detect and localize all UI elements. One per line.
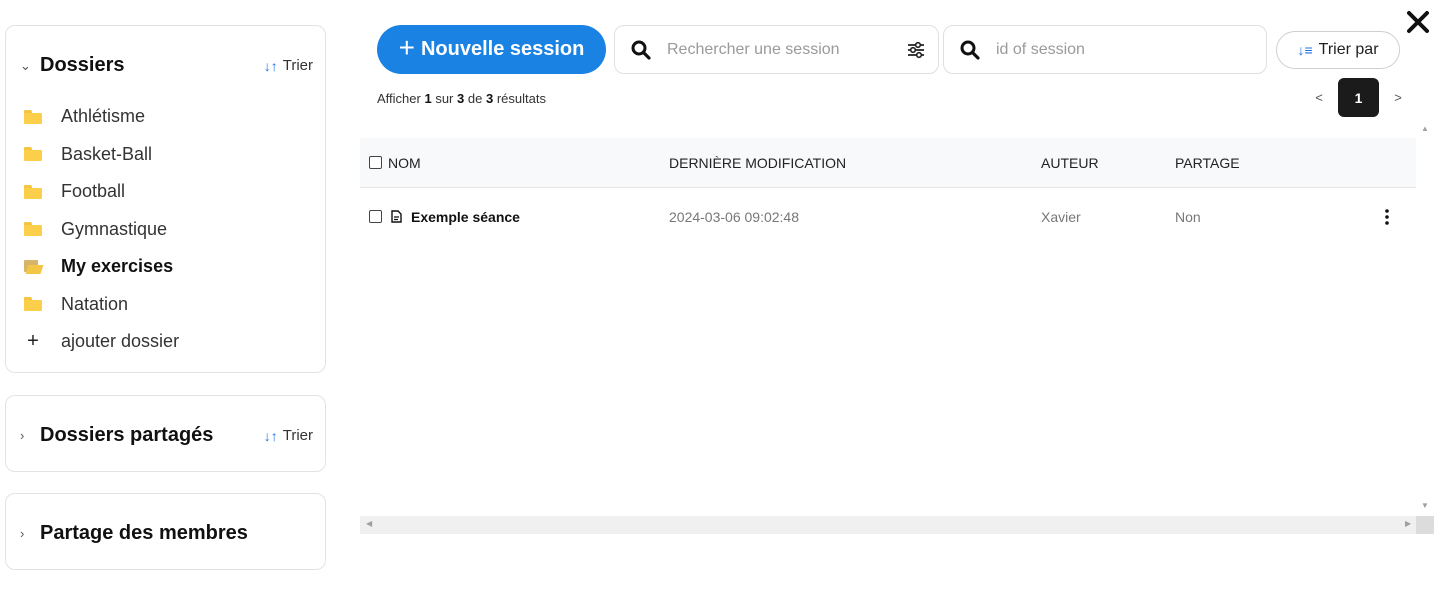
page-button-current[interactable]: 1	[1338, 78, 1379, 117]
folder-item-gymnastique[interactable]: Gymnastique	[24, 211, 315, 249]
shared-sort-label: Trier	[282, 427, 313, 444]
session-shared: Non	[1175, 208, 1201, 225]
scroll-down-arrow-icon[interactable]: ▼	[1421, 501, 1429, 510]
chevron-right-icon[interactable]: ›	[20, 428, 40, 443]
session-search	[614, 25, 939, 74]
folders-sort-label: Trier	[282, 57, 313, 74]
scroll-up-arrow-icon[interactable]: ▲	[1421, 124, 1429, 133]
add-folder-button[interactable]: + ajouter dossier	[24, 323, 315, 361]
folder-list: Athlétisme Basket-Ball Football Gymnasti…	[24, 98, 315, 361]
folder-label: Natation	[61, 293, 129, 314]
folder-label: Gymnastique	[61, 218, 168, 239]
prev-page-button[interactable]: <	[1312, 90, 1326, 105]
select-all-checkbox[interactable]	[369, 156, 382, 169]
scroll-left-arrow-icon[interactable]: ◀	[366, 519, 372, 528]
folder-item-my-exercises[interactable]: My exercises	[24, 248, 315, 286]
folders-title: Dossiers	[40, 54, 125, 76]
add-folder-label: ajouter dossier	[61, 331, 180, 352]
header-name-label[interactable]: NOM	[388, 155, 421, 171]
results-total-shown: 3	[457, 91, 465, 106]
folder-item-natation[interactable]: Natation	[24, 286, 315, 324]
session-name[interactable]: Exemple séance	[411, 209, 520, 225]
session-id-search	[943, 25, 1267, 74]
folder-item-football[interactable]: Football	[24, 173, 315, 211]
header-shared[interactable]: PARTAGE	[1175, 155, 1240, 171]
pagination: < 1 >	[1312, 78, 1405, 117]
plus-icon: +	[398, 32, 415, 63]
close-button[interactable]	[1402, 6, 1434, 38]
member-sharing-header[interactable]: › Partage des membres	[20, 522, 313, 545]
row-checkbox[interactable]	[369, 210, 382, 223]
results-mid1: sur	[435, 91, 454, 106]
session-search-input[interactable]	[667, 40, 894, 59]
folder-label: Athlétisme	[61, 106, 146, 127]
document-icon	[391, 210, 402, 223]
member-sharing-title: Partage des membres	[40, 522, 248, 544]
results-shown: 1	[424, 91, 432, 106]
results-suffix: résultats	[496, 91, 546, 106]
horizontal-scrollbar[interactable]: ◀ ▶	[360, 516, 1434, 534]
scrollbar-corner	[1416, 516, 1434, 534]
table-header: NOM DERNIÈRE MODIFICATION AUTEUR PARTAGE	[360, 138, 1416, 188]
header-modified[interactable]: DERNIÈRE MODIFICATION	[669, 155, 846, 171]
member-sharing-panel: › Partage des membres	[5, 493, 326, 570]
session-modified: 2024-03-06 09:02:48	[669, 208, 799, 225]
filter-settings-icon[interactable]	[894, 41, 938, 59]
folder-label: My exercises	[61, 256, 174, 277]
row-name-cell: Exemple séance	[369, 209, 520, 225]
shared-folders-title: Dossiers partagés	[40, 424, 214, 446]
header-name: NOM	[369, 155, 421, 171]
table-row[interactable]: Exemple séance 2024-03-06 09:02:48 Xavie…	[360, 188, 1416, 245]
results-summary: Afficher 1 sur 3 de 3 résultats	[377, 91, 546, 106]
close-icon	[1407, 11, 1429, 33]
next-page-button[interactable]: >	[1391, 90, 1405, 105]
shared-folders-header[interactable]: › Dossiers partagés ↓↑ Trier	[20, 424, 313, 447]
session-author: Xavier	[1041, 208, 1081, 225]
shared-sort-button[interactable]: ↓↑ Trier	[264, 427, 313, 444]
folders-panel: ⌄ Dossiers ↓↑ Trier Athlétisme Basket-Ba…	[5, 25, 326, 373]
plus-icon: +	[27, 330, 39, 353]
folder-icon	[24, 109, 42, 124]
shared-folders-panel: › Dossiers partagés ↓↑ Trier	[5, 395, 326, 472]
sort-icon: ↓↑	[263, 427, 278, 444]
header-author[interactable]: AUTEUR	[1041, 155, 1099, 171]
sort-by-button[interactable]: ↓≡ Trier par	[1276, 31, 1400, 69]
results-prefix: Afficher	[377, 91, 421, 106]
chevron-right-icon[interactable]: ›	[20, 526, 40, 541]
sort-by-label: Trier par	[1318, 41, 1379, 58]
more-options-icon[interactable]	[1380, 208, 1394, 226]
folders-sort-button[interactable]: ↓↑ Trier	[264, 57, 313, 74]
new-session-label: Nouvelle session	[420, 38, 585, 60]
folder-icon	[24, 184, 42, 199]
folder-item-athletisme[interactable]: Athlétisme	[24, 98, 315, 136]
sort-descending-icon: ↓≡	[1297, 42, 1313, 58]
folder-item-basket-ball[interactable]: Basket-Ball	[24, 136, 315, 174]
session-id-input[interactable]	[996, 40, 1266, 59]
folder-icon	[24, 222, 42, 237]
folders-header[interactable]: ⌄ Dossiers ↓↑ Trier	[20, 54, 313, 77]
folder-icon	[24, 297, 42, 312]
results-mid2: de	[467, 91, 483, 106]
folder-icon	[24, 147, 42, 162]
sort-icon: ↓↑	[263, 57, 278, 74]
results-total: 3	[485, 91, 494, 106]
chevron-down-icon[interactable]: ⌄	[20, 58, 40, 74]
sessions-table: NOM DERNIÈRE MODIFICATION AUTEUR PARTAGE…	[360, 138, 1416, 516]
folder-label: Football	[61, 181, 126, 202]
new-session-button[interactable]: + Nouvelle session	[377, 25, 606, 74]
folder-open-icon	[24, 259, 42, 274]
search-icon	[615, 40, 667, 60]
search-icon	[944, 40, 996, 60]
scroll-right-arrow-icon[interactable]: ▶	[1405, 519, 1411, 528]
vertical-scrollbar[interactable]: ▲ ▼	[1416, 120, 1434, 534]
folder-label: Basket-Ball	[61, 143, 153, 164]
